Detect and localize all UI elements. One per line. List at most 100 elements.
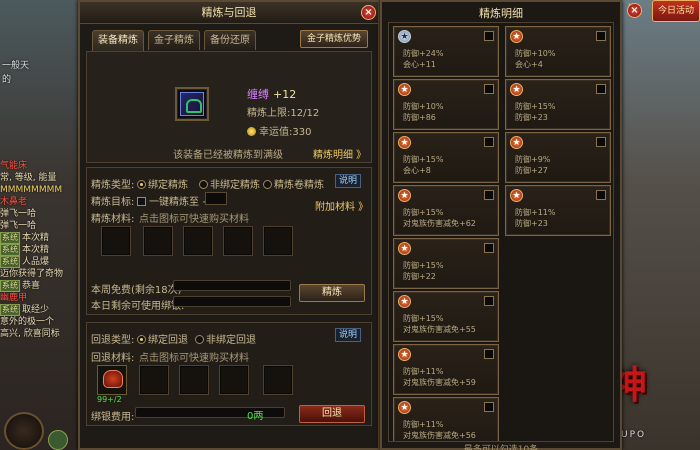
rollback-button[interactable]: 回退 <box>299 405 365 423</box>
refine-detail-card[interactable]: ★ 防御+11% 对鬼族伤害减免+56 <box>393 397 499 441</box>
refine-detail-card[interactable]: ★ 防御+11% 对鬼族伤害减免+59 <box>393 344 499 395</box>
card-checkbox[interactable] <box>484 296 494 306</box>
chat-line: 气能床 <box>0 160 82 172</box>
tab-equip-refine[interactable]: 装备精炼 <box>92 30 144 51</box>
card-checkbox[interactable] <box>596 190 606 200</box>
target-level-input[interactable] <box>205 192 227 205</box>
chat-text: 本次精 <box>22 233 50 243</box>
refine-detail-link[interactable]: 精炼明细 》 <box>313 146 366 161</box>
tab-gold-refine[interactable]: 金子精炼 <box>148 30 200 50</box>
card-attr-2: 会心+8 <box>403 166 431 175</box>
close-icon[interactable]: × <box>361 5 376 20</box>
radio-icon[interactable] <box>199 180 208 189</box>
chat-log[interactable]: 气能床 常, 等级, 能量 MMMMMMMM 木鼻老 弹飞一哈 弹飞一哈 系统 本次精 系统 本次… <box>0 160 82 340</box>
card-attr-1: 防御+10% <box>403 102 444 111</box>
chat-channel-tag[interactable]: 系统 <box>0 304 20 316</box>
max-level-message: 该装备已经被精炼到满级 <box>173 150 283 161</box>
chat-line: 迈你获得了奇物 <box>0 268 82 280</box>
chat-channel-tag[interactable]: 系统 <box>0 256 20 268</box>
refine-explain-button[interactable]: 说明 <box>335 174 362 188</box>
material-slot[interactable] <box>139 365 169 395</box>
chat-text: 人品爆 <box>22 257 50 267</box>
refine-detail-card[interactable]: ★ 防御+11% 防御+23 <box>505 185 611 236</box>
chat-channel-tag[interactable]: 系统 <box>0 232 20 244</box>
item-info-section: 缠缚 +12 精炼上限:12/12 幸运值:330 该装备已经被精炼到满级 精炼明… <box>86 51 372 163</box>
card-checkbox[interactable] <box>596 31 606 41</box>
detail-card-grid: ★ 防御+24% 会心+11 ★ 防御+10% 会心+4 ★ 防御+10% 防御+86 ★ 防御+1… <box>388 22 614 442</box>
material-slot[interactable] <box>183 226 213 256</box>
material-slot[interactable] <box>263 365 293 395</box>
rollback-type-unbind[interactable]: 非绑定回退 <box>195 331 256 346</box>
star-icon: ★ <box>398 83 411 96</box>
refine-limit: 精炼上限:12/12 <box>247 108 320 119</box>
skill-orb-icon[interactable] <box>48 430 68 450</box>
card-checkbox[interactable] <box>484 31 494 41</box>
card-checkbox[interactable] <box>484 137 494 147</box>
refine-type-scroll[interactable]: 精炼卷精炼 <box>263 176 324 191</box>
detail-footer: 最多可以勾选10条 <box>463 445 539 450</box>
rollback-material-slot[interactable] <box>97 365 127 395</box>
chat-text: 气能床 <box>0 161 28 171</box>
chat-line: 弹飞一哈 <box>0 208 82 220</box>
refine-detail-card[interactable]: ★ 防御+15% 对鬼族伤害减免+62 <box>393 185 499 236</box>
luck-value: 幸运值:330 <box>247 123 311 138</box>
detail-panel-title: 精炼明细 <box>479 7 523 20</box>
extra-material-link[interactable]: 附加材料 》 <box>315 198 368 213</box>
rollback-type-bind-label: 绑定回退 <box>148 335 188 346</box>
star-icon: ★ <box>398 30 411 43</box>
rollback-section: 回退类型: 绑定回退 非绑定回退 说明 回退材料: 点击图标可快速购买材料 99… <box>86 322 372 426</box>
material-slot[interactable] <box>101 226 131 256</box>
equipment-slot[interactable] <box>175 87 209 121</box>
refine-detail-card[interactable]: ★ 防御+9% 防御+27 <box>505 132 611 183</box>
refine-type-unbind-label: 非绑定精炼 <box>210 180 260 191</box>
refine-material-label: 精炼材料: <box>91 214 135 225</box>
card-checkbox[interactable] <box>484 349 494 359</box>
player-avatar[interactable] <box>4 412 44 450</box>
one-click-refine[interactable]: 一键精炼至 + <box>137 193 211 208</box>
daily-activity-button[interactable]: 今日活动 <box>652 0 700 22</box>
refine-detail-card[interactable]: ★ 防御+15% 对鬼族伤害减免+55 <box>393 291 499 342</box>
refine-detail-card[interactable]: ★ 防御+15% 会心+8 <box>393 132 499 183</box>
chat-channel-tag[interactable]: 系统 <box>0 244 20 256</box>
gold-advantage-button[interactable]: 金子精炼优势 <box>300 30 368 48</box>
card-checkbox[interactable] <box>484 84 494 94</box>
card-attr-2: 对鬼族伤害减免+62 <box>403 219 476 228</box>
material-slot[interactable] <box>263 226 293 256</box>
rollback-explain-button[interactable]: 说明 <box>335 328 362 342</box>
refine-detail-card[interactable]: ★ 防御+15% 防御+22 <box>393 238 499 289</box>
star-icon: ★ <box>510 136 523 149</box>
refine-type-unbind[interactable]: 非绑定精炼 <box>199 176 260 191</box>
material-slot[interactable] <box>219 365 249 395</box>
chat-text: 常, 等级, 能量 <box>0 173 57 183</box>
material-slot[interactable] <box>179 365 209 395</box>
free-count-bar <box>173 280 291 291</box>
luck-value-text: 幸运值:330 <box>259 127 312 138</box>
checkbox-icon[interactable] <box>137 197 146 206</box>
bind-silver-label: 本日剩余可使用绑银: <box>91 301 185 312</box>
card-checkbox[interactable] <box>484 402 494 412</box>
refine-type-bind[interactable]: 绑定精炼 <box>137 176 188 191</box>
refine-detail-card[interactable]: ★ 防御+10% 防御+86 <box>393 79 499 130</box>
card-checkbox[interactable] <box>596 84 606 94</box>
radio-icon[interactable] <box>195 335 204 344</box>
card-checkbox[interactable] <box>484 243 494 253</box>
equipment-icon <box>180 92 204 116</box>
refine-material-hint: 点击图标可快速购买材料 <box>139 214 249 225</box>
chat-channel-tag[interactable]: 系统 <box>0 280 20 292</box>
refine-button[interactable]: 精炼 <box>299 284 365 302</box>
tab-backup-restore[interactable]: 备份还原 <box>204 30 256 50</box>
refine-detail-card[interactable]: ★ 防御+24% 会心+11 <box>393 26 499 77</box>
close-icon[interactable]: × <box>627 3 642 18</box>
refine-detail-card[interactable]: ★ 防御+15% 防御+23 <box>505 79 611 130</box>
radio-icon[interactable] <box>263 180 272 189</box>
card-checkbox[interactable] <box>596 137 606 147</box>
refine-detail-card[interactable]: ★ 防御+10% 会心+4 <box>505 26 611 77</box>
rollback-type-bind[interactable]: 绑定回退 <box>137 331 188 346</box>
radio-icon[interactable] <box>137 180 146 189</box>
card-checkbox[interactable] <box>484 190 494 200</box>
refine-type-scroll-label: 精炼卷精炼 <box>274 180 324 191</box>
card-attr-2: 会心+11 <box>403 60 436 69</box>
material-slot[interactable] <box>143 226 173 256</box>
material-slot[interactable] <box>223 226 253 256</box>
radio-icon[interactable] <box>137 335 146 344</box>
